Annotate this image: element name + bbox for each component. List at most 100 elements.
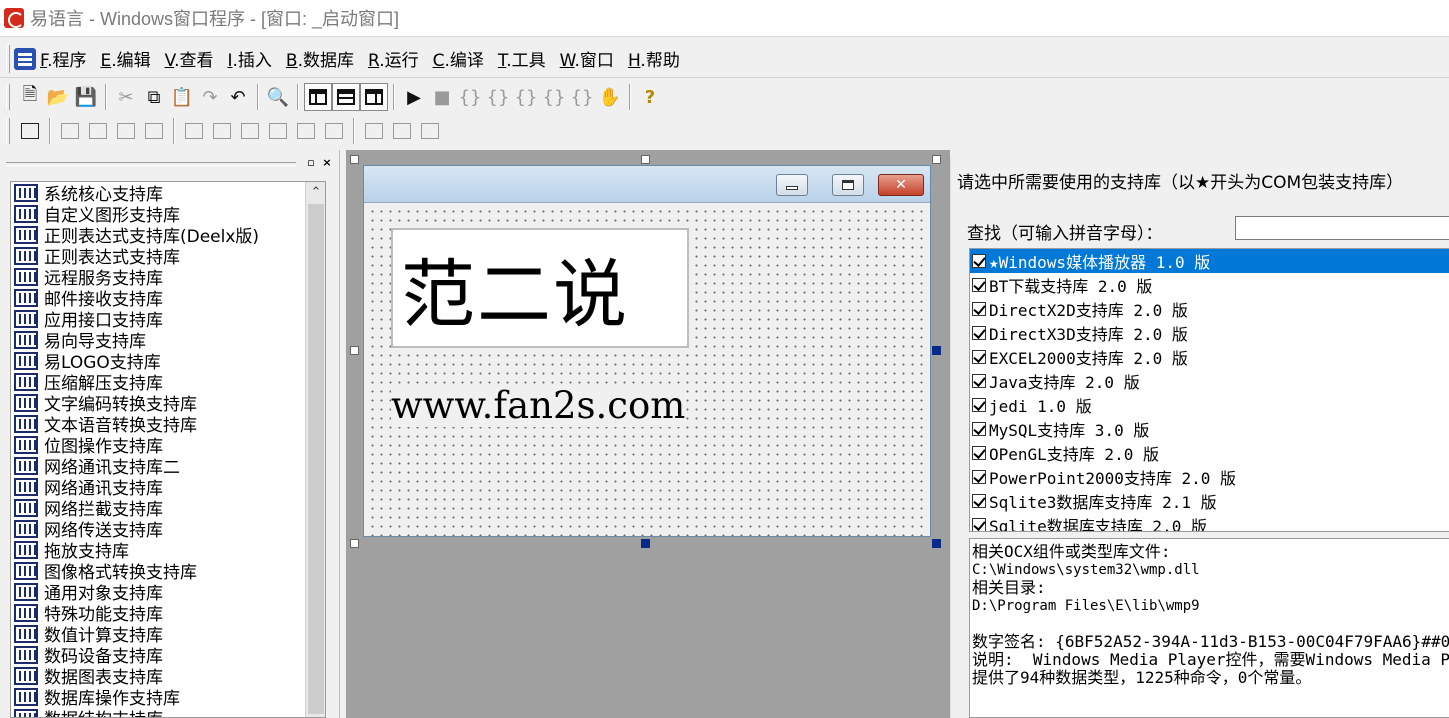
library-item[interactable]: 远程服务支持库 xyxy=(11,266,325,289)
find-icon[interactable]: 🔍 xyxy=(264,83,292,111)
library-item[interactable]: 网络通讯支持库 xyxy=(11,476,325,499)
support-library-item[interactable]: DirectX2D支持库 2.0 版 xyxy=(970,297,1449,321)
url-label[interactable]: www.fan2s.com xyxy=(391,384,686,427)
resize-handle[interactable] xyxy=(932,155,941,164)
cut-icon[interactable]: ✂ xyxy=(112,83,140,111)
support-library-item[interactable]: PowerPoint2000支持库 2.0 版 xyxy=(970,465,1449,489)
library-item[interactable]: 压缩解压支持库 xyxy=(11,371,325,394)
align-left-icon[interactable] xyxy=(56,117,84,145)
step-over-icon[interactable]: {} xyxy=(512,83,540,111)
library-item[interactable]: 邮件接收支持库 xyxy=(11,287,325,310)
library-list[interactable]: 系统核心支持库 自定义图形支持库 正则表达式支持库(Deelx版) 正则表达式支持库远… xyxy=(10,181,326,718)
open-folder-icon[interactable]: 📂 xyxy=(44,83,72,111)
library-item[interactable]: 数据图表支持库 xyxy=(11,665,325,688)
library-checkbox[interactable] xyxy=(972,518,986,531)
run-to-cursor-icon[interactable]: {} xyxy=(568,83,596,111)
menu-window[interactable]: W.窗口 xyxy=(560,46,614,71)
step-out-icon[interactable]: {} xyxy=(540,83,568,111)
panel-grip[interactable] xyxy=(6,162,296,166)
menu-grip[interactable] xyxy=(6,44,10,73)
support-library-item[interactable]: EXCEL2000支持库 2.0 版 xyxy=(970,345,1449,369)
copy-icon[interactable]: ⧉ xyxy=(140,83,168,111)
library-item[interactable]: 数值计算支持库 xyxy=(11,623,325,646)
search-input[interactable] xyxy=(1235,216,1449,240)
library-checkbox[interactable] xyxy=(972,374,986,388)
redo-icon[interactable]: ↷ xyxy=(196,83,224,111)
center-form-horizontal-icon[interactable] xyxy=(360,117,388,145)
library-item[interactable]: 通用对象支持库 xyxy=(11,581,325,604)
layout-left-icon[interactable] xyxy=(304,83,332,111)
space-horizontal-icon[interactable] xyxy=(292,117,320,145)
paste-icon[interactable]: 📋 xyxy=(168,83,196,111)
library-item[interactable]: 网络传送支持库 xyxy=(11,518,325,541)
support-library-item[interactable]: BT下载支持库 2.0 版 xyxy=(970,273,1449,297)
menu-help[interactable]: H.帮助 xyxy=(628,46,680,71)
menu-compile[interactable]: C.编译 xyxy=(433,46,484,71)
undo-icon[interactable]: ↶ xyxy=(224,83,252,111)
center-vertical-icon[interactable] xyxy=(208,117,236,145)
library-item[interactable]: 系统核心支持库 xyxy=(11,182,325,205)
stop-icon[interactable]: ■ xyxy=(428,83,456,111)
scroll-up-icon[interactable]: ⌃ xyxy=(306,182,325,202)
support-library-item[interactable]: MySQL支持库 3.0 版 xyxy=(970,417,1449,441)
close-button[interactable]: ✕ xyxy=(878,174,924,196)
maximize-button[interactable] xyxy=(832,174,864,196)
resize-handle[interactable] xyxy=(350,155,359,164)
menu-view[interactable]: V.查看 xyxy=(165,46,214,71)
resize-handle[interactable] xyxy=(641,539,650,548)
layout-bottom-icon[interactable] xyxy=(332,83,360,111)
library-item[interactable]: 网络通讯支持库二 xyxy=(11,455,325,478)
library-item[interactable]: 文本语音转换支持库 xyxy=(11,413,325,436)
library-item[interactable]: 位图操作支持库 xyxy=(11,434,325,457)
support-library-item[interactable]: Java支持库 2.0 版 xyxy=(970,369,1449,393)
form-caption-bar[interactable]: ✕ xyxy=(364,166,930,203)
resize-handle[interactable] xyxy=(932,539,941,548)
debug-step-icon[interactable]: {} xyxy=(456,83,484,111)
align-right-icon[interactable] xyxy=(84,117,112,145)
library-checkbox[interactable] xyxy=(972,254,986,268)
new-file-icon[interactable]: 🗎 xyxy=(16,83,44,111)
support-library-item[interactable]: DirectX3D支持库 2.0 版 xyxy=(970,321,1449,345)
center-form-both-icon[interactable] xyxy=(416,117,444,145)
center-form-vertical-icon[interactable] xyxy=(388,117,416,145)
save-icon[interactable]: 💾 xyxy=(72,83,100,111)
library-item[interactable]: 应用接口支持库 xyxy=(11,308,325,331)
resize-handle[interactable] xyxy=(350,346,359,355)
library-item[interactable]: 自定义图形支持库 xyxy=(11,203,325,226)
library-checkbox[interactable] xyxy=(972,422,986,436)
panel-float-icon[interactable]: ▫ xyxy=(304,157,318,171)
library-item[interactable]: 拖放支持库 xyxy=(11,539,325,562)
library-checkbox[interactable] xyxy=(972,278,986,292)
panel-close-icon[interactable]: × xyxy=(320,157,334,171)
menu-program[interactable]: F.程序 xyxy=(40,46,86,71)
center-horizontal-icon[interactable] xyxy=(180,117,208,145)
support-library-item[interactable]: Sqlite3数据库支持库 2.1 版 xyxy=(970,489,1449,513)
library-item[interactable]: 易向导支持库 xyxy=(11,329,325,352)
scrollbar-thumb[interactable] xyxy=(308,204,324,714)
layout-right-icon[interactable] xyxy=(360,83,388,111)
library-checkbox[interactable] xyxy=(972,494,986,508)
support-library-item[interactable]: OPenGL支持库 2.0 版 xyxy=(970,441,1449,465)
minimize-button[interactable] xyxy=(776,174,808,196)
run-icon[interactable]: ▶ xyxy=(400,83,428,111)
form-client-area[interactable]: 范二说 www.fan2s.com xyxy=(365,204,929,536)
support-library-item[interactable]: Sqlite数据库支持库 2.0 版 xyxy=(970,513,1449,531)
library-item[interactable]: 正则表达式支持库(Deelx版) xyxy=(11,224,325,247)
menu-run[interactable]: R.运行 xyxy=(368,46,419,71)
align-top-icon[interactable] xyxy=(112,117,140,145)
toolbar-grip[interactable] xyxy=(6,118,10,144)
library-item[interactable]: 图像格式转换支持库 xyxy=(11,560,325,583)
menu-tools[interactable]: T.工具 xyxy=(498,46,546,71)
menu-edit[interactable]: E.编辑 xyxy=(100,46,150,71)
support-library-item[interactable]: jedi 1.0 版 xyxy=(970,393,1449,417)
library-item[interactable]: 易LOGO支持库 xyxy=(11,350,325,373)
library-item[interactable]: 网络拦截支持库 xyxy=(11,497,325,520)
resize-handle[interactable] xyxy=(350,539,359,548)
resize-handle[interactable] xyxy=(641,155,650,164)
menu-database[interactable]: B.数据库 xyxy=(286,46,354,71)
library-list-scrollbar[interactable]: ⌃ xyxy=(305,182,325,717)
form-properties-icon[interactable] xyxy=(16,117,44,145)
library-item[interactable]: 特殊功能支持库 xyxy=(11,602,325,625)
support-library-list[interactable]: ★Windows媒体播放器 1.0 版 BT下载支持库 2.0 版 DirectX2… xyxy=(969,248,1449,532)
label-control[interactable]: 范二说 xyxy=(391,228,689,348)
